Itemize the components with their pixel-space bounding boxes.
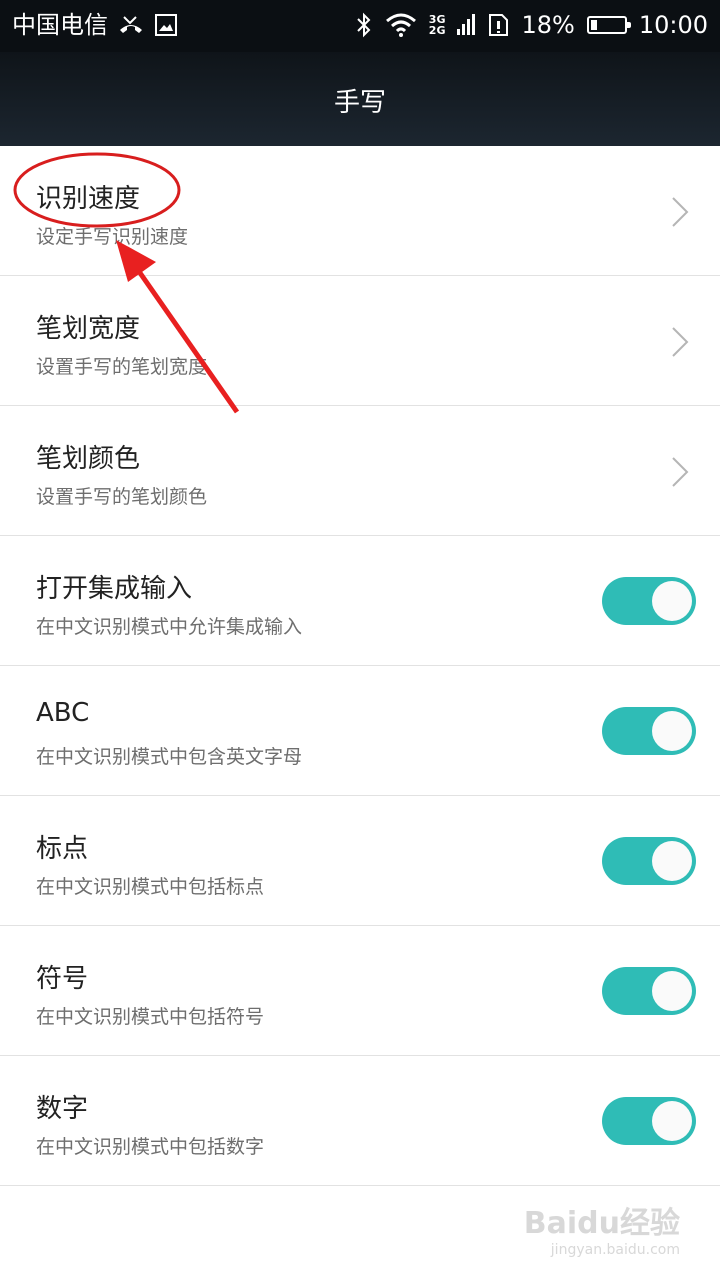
toggle-switch[interactable]	[602, 707, 696, 755]
row-subtitle: 在中文识别模式中包括符号	[36, 1006, 265, 1028]
signal-icon	[457, 14, 476, 35]
settings-row[interactable]: 打开集成输入在中文识别模式中允许集成输入	[0, 536, 720, 666]
battery-icon	[586, 16, 631, 34]
page-title: 手写	[333, 88, 386, 118]
row-subtitle: 在中文识别模式中允许集成输入	[36, 616, 303, 638]
row-title: 识别速度	[36, 184, 141, 214]
toggle-knob	[652, 711, 692, 751]
settings-row[interactable]: 笔划颜色设置手写的笔划颜色	[0, 406, 720, 536]
sim-icon	[489, 14, 509, 36]
toggle-knob	[652, 581, 692, 621]
toggle-switch[interactable]	[602, 837, 696, 885]
settings-row[interactable]: 笔划宽度设置手写的笔划宽度	[0, 276, 720, 406]
status-bar: 中国电信 3G 2G 18% 10:00	[0, 0, 720, 52]
toggle-switch[interactable]	[602, 967, 696, 1015]
row-subtitle: 设置手写的笔划颜色	[36, 486, 208, 508]
row-subtitle: 在中文识别模式中包括数字	[36, 1136, 265, 1158]
row-title: ABC	[36, 698, 90, 728]
bluetooth-icon	[357, 12, 371, 38]
row-subtitle: 设置手写的笔划宽度	[36, 356, 208, 378]
clock: 10:00	[638, 11, 708, 39]
row-title: 符号	[36, 964, 89, 994]
chevron-right-icon	[672, 457, 689, 487]
toggle-switch[interactable]	[602, 1097, 696, 1145]
row-subtitle: 设定手写识别速度	[36, 226, 189, 248]
row-title: 数字	[36, 1094, 89, 1124]
toggle-switch[interactable]	[602, 577, 696, 625]
row-subtitle: 在中文识别模式中包含英文字母	[36, 746, 303, 768]
settings-row[interactable]: 标点在中文识别模式中包括标点	[0, 796, 720, 926]
battery-percent: 18%	[521, 11, 575, 39]
row-subtitle: 在中文识别模式中包括标点	[36, 876, 265, 898]
row-title: 笔划宽度	[36, 314, 141, 344]
row-title: 打开集成输入	[36, 574, 193, 604]
row-title: 标点	[36, 834, 89, 864]
toggle-knob	[652, 1101, 692, 1141]
network-type: 3G 2G	[428, 13, 446, 37]
settings-row[interactable]: 识别速度设定手写识别速度	[0, 146, 720, 276]
settings-row[interactable]: 符号在中文识别模式中包括符号	[0, 926, 720, 1056]
toggle-knob	[652, 841, 692, 881]
settings-list: 识别速度设定手写识别速度笔划宽度设置手写的笔划宽度笔划颜色设置手写的笔划颜色打开…	[0, 146, 720, 1186]
missed-call-icon	[120, 16, 142, 33]
watermark: Baidu经验 jingyan.baidu.com	[523, 1206, 680, 1258]
carrier-label: 中国电信	[12, 11, 108, 39]
toggle-knob	[652, 971, 692, 1011]
chevron-right-icon	[672, 327, 689, 357]
wifi-icon	[385, 13, 416, 37]
gallery-icon	[155, 14, 177, 36]
title-bar: 手写	[0, 52, 720, 146]
chevron-right-icon	[672, 197, 689, 227]
settings-row[interactable]: 数字在中文识别模式中包括数字	[0, 1056, 720, 1186]
settings-row[interactable]: ABC 在中文识别模式中包含英文字母	[0, 666, 720, 796]
row-title: 笔划颜色	[36, 444, 141, 474]
